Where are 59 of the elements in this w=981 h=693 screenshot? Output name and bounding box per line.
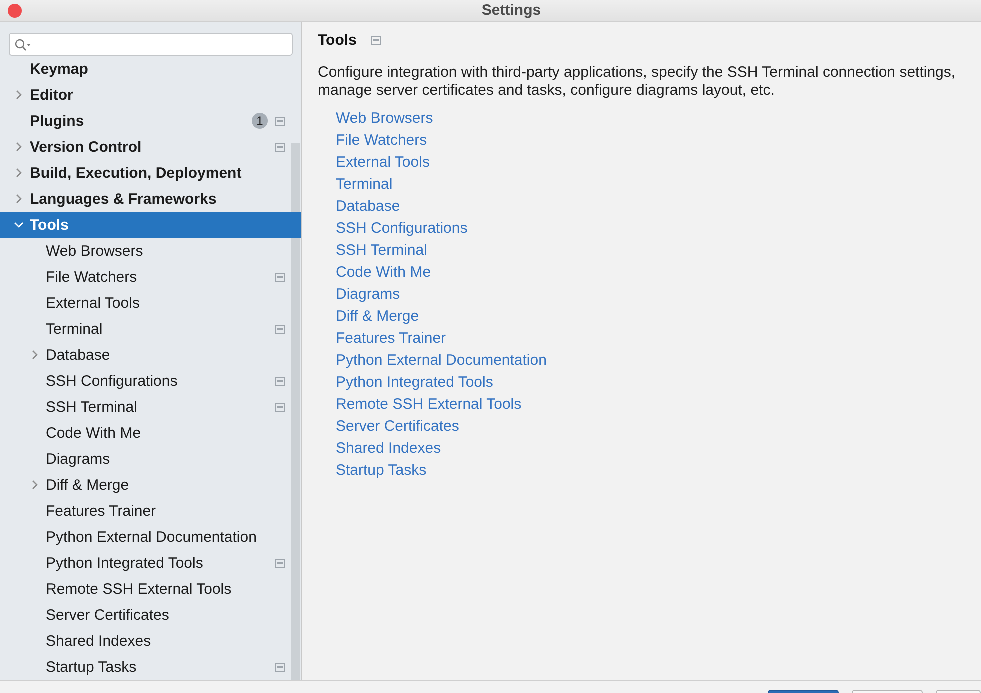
settings-link[interactable]: Python External Documentation bbox=[336, 350, 547, 372]
settings-link[interactable]: Features Trainer bbox=[336, 328, 446, 350]
chevron-icon[interactable] bbox=[30, 480, 40, 490]
settings-link[interactable]: External Tools bbox=[336, 152, 430, 174]
tree-item[interactable]: Tools bbox=[0, 212, 301, 238]
search-icon bbox=[15, 38, 31, 50]
dialog-button[interactable] bbox=[852, 690, 923, 693]
tree-item[interactable]: Code With Me bbox=[0, 420, 301, 446]
settings-link[interactable]: Diagrams bbox=[336, 284, 400, 306]
settings-link[interactable]: Server Certificates bbox=[336, 416, 460, 438]
tree-item[interactable]: SSH Terminal bbox=[0, 394, 301, 420]
tree-item[interactable]: Python External Documentation bbox=[0, 524, 301, 550]
chevron-icon[interactable] bbox=[14, 90, 24, 100]
settings-link[interactable]: Python Integrated Tools bbox=[336, 372, 494, 394]
page-title: Tools bbox=[318, 32, 357, 48]
settings-link[interactable]: Remote SSH External Tools bbox=[336, 394, 522, 416]
settings-link[interactable]: File Watchers bbox=[336, 130, 428, 152]
tree-item[interactable]: Web Browsers bbox=[0, 238, 301, 264]
settings-link[interactable]: Database bbox=[336, 196, 400, 218]
tree-item[interactable]: SSH Configurations bbox=[0, 368, 301, 394]
window-title: Settings bbox=[480, 2, 542, 19]
settings-link[interactable]: Terminal bbox=[336, 174, 393, 196]
settings-link[interactable]: Code With Me bbox=[336, 262, 432, 284]
tree-item[interactable]: Plugins 1 bbox=[0, 108, 301, 134]
tree-item[interactable]: Server Certificates bbox=[0, 602, 301, 628]
close-button[interactable] bbox=[8, 4, 22, 18]
tree-item[interactable]: External Tools bbox=[0, 290, 301, 316]
tree-item[interactable]: Editor bbox=[0, 82, 301, 108]
chevron-icon[interactable] bbox=[14, 220, 24, 230]
chevron-icon[interactable] bbox=[30, 350, 40, 360]
settings-link[interactable]: Shared Indexes bbox=[336, 438, 442, 460]
tree-item[interactable]: Database bbox=[0, 342, 301, 368]
dialog-button[interactable] bbox=[768, 690, 839, 693]
tree-item[interactable]: Build, Execution, Deployment bbox=[0, 160, 301, 186]
settings-link[interactable]: Startup Tasks bbox=[336, 460, 427, 482]
page-description: Configure integration with third-party applications, specify the SSH Terminal connection settings, manage server certificates and tasks, configure diagrams layout, etc. bbox=[318, 64, 957, 100]
tree-item[interactable]: File Watchers bbox=[0, 264, 301, 290]
settings-link[interactable]: Web Browsers bbox=[336, 108, 434, 130]
chevron-icon[interactable] bbox=[14, 168, 24, 178]
tree-item[interactable]: Version Control bbox=[0, 134, 301, 160]
tree-item[interactable]: Remote SSH External Tools bbox=[0, 576, 301, 602]
tree-item[interactable]: Shared Indexes bbox=[0, 628, 301, 654]
tree-item[interactable]: Languages & Frameworks bbox=[0, 186, 301, 212]
tree-item[interactable]: Diff & Merge bbox=[0, 472, 301, 498]
tree-item[interactable]: Terminal bbox=[0, 316, 301, 342]
tree-item[interactable]: Diagrams bbox=[0, 446, 301, 472]
tree-item[interactable]: Python Integrated Tools bbox=[0, 550, 301, 576]
tree-item[interactable]: Features Trainer bbox=[0, 498, 301, 524]
settings-link[interactable]: Diff & Merge bbox=[336, 306, 420, 328]
tree-item[interactable]: Keymap bbox=[0, 56, 301, 82]
chevron-icon[interactable] bbox=[14, 142, 24, 152]
settings-link[interactable]: SSH Terminal bbox=[336, 240, 428, 262]
search-field[interactable] bbox=[9, 33, 293, 56]
chevron-icon[interactable] bbox=[14, 194, 24, 204]
tree-item[interactable]: Startup Tasks bbox=[0, 654, 301, 680]
count-badge: 1 bbox=[252, 113, 268, 129]
scrollbar-thumb[interactable] bbox=[291, 143, 300, 680]
dialog-button[interactable] bbox=[936, 690, 981, 693]
settings-link[interactable]: SSH Configurations bbox=[336, 218, 468, 240]
